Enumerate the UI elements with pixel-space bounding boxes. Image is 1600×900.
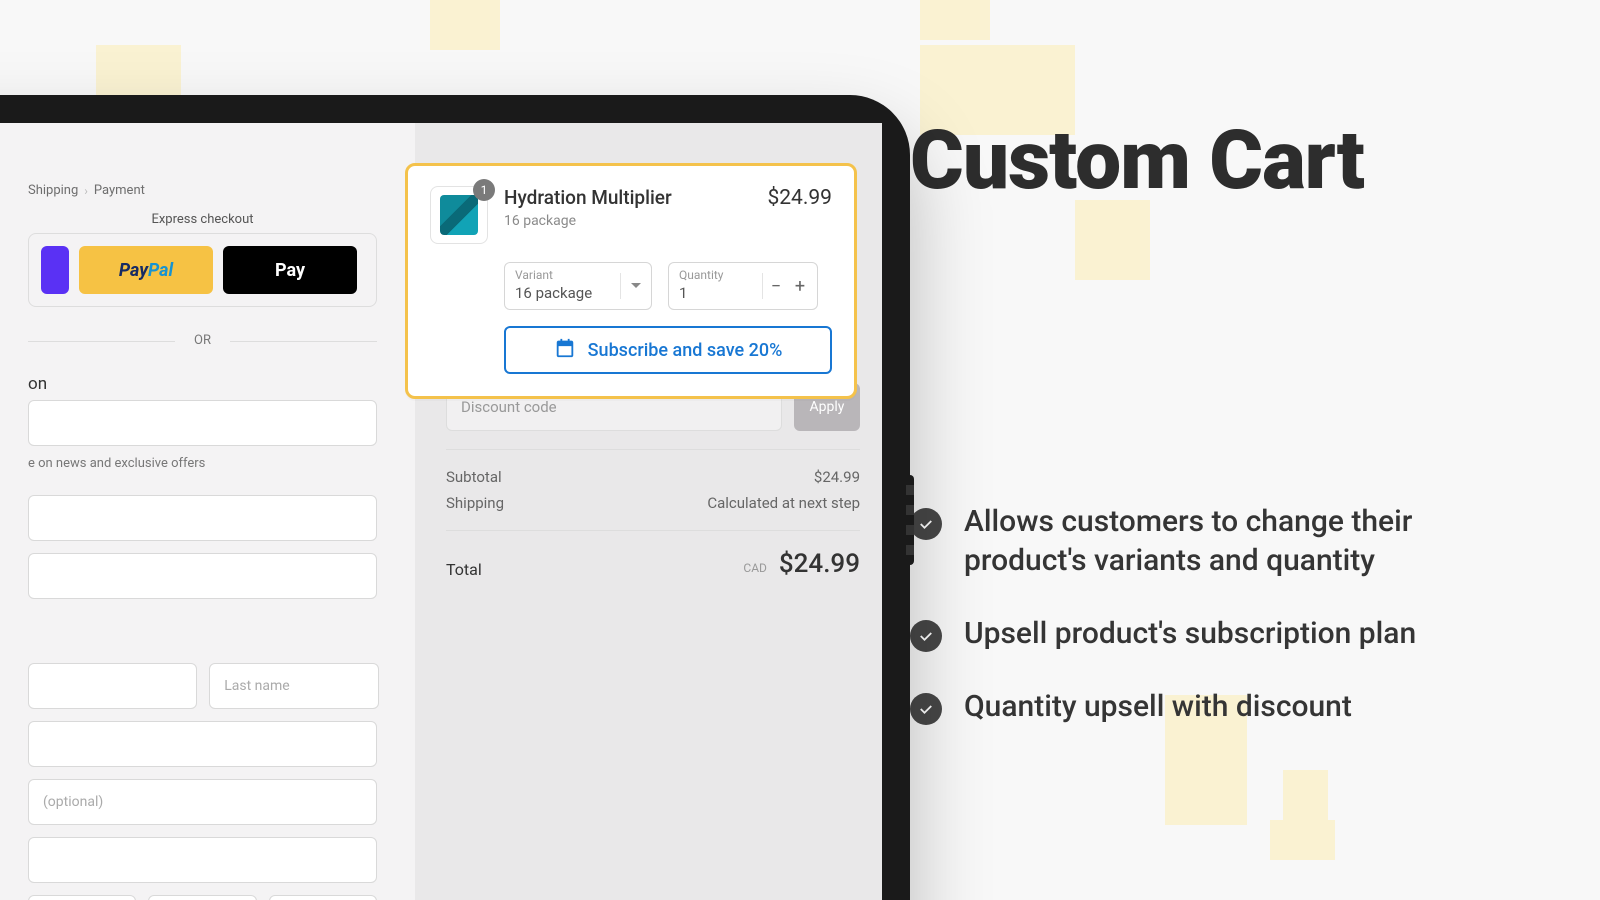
check-icon	[910, 508, 942, 540]
apple-pay-button[interactable]: Pay	[223, 246, 357, 294]
company-field[interactable]	[28, 721, 377, 767]
feature-item: Quantity upsell with discount	[910, 687, 1560, 726]
shipping-value: Calculated at next step	[707, 494, 860, 512]
total-label: Total	[446, 560, 482, 579]
calendar-icon	[554, 337, 576, 364]
apple-pay-label: Pay	[275, 260, 305, 281]
shipping-label: Shipping	[446, 494, 504, 512]
feature-text: Allows customers to change their product…	[964, 502, 1424, 580]
feature-panel: Custom Cart Allows customers to change t…	[910, 0, 1600, 900]
country-select[interactable]	[28, 895, 136, 900]
express-checkout-box: PayPal Pay	[28, 233, 377, 307]
subtotal-value: $24.99	[814, 468, 860, 486]
subtotal-row: Subtotal $24.99	[446, 468, 860, 486]
feature-text: Quantity upsell with discount	[964, 687, 1352, 726]
product-price: $24.99	[767, 186, 832, 210]
subscribe-save-button[interactable]: Subscribe and save 20%	[504, 326, 832, 374]
variant-label: Variant	[515, 268, 553, 282]
breadcrumb-step[interactable]: Payment	[94, 183, 145, 198]
placeholder-text: Last name	[224, 678, 289, 694]
quantity-value: 1	[679, 284, 687, 302]
address-country-field[interactable]	[28, 495, 377, 541]
shop-pay-button[interactable]	[41, 246, 69, 294]
paypal-logo-text: PayPal	[119, 260, 173, 281]
product-name: Hydration Multiplier	[504, 186, 672, 209]
currency-code: CAD	[743, 561, 767, 575]
apple-pay-text: Pay	[275, 260, 305, 281]
feature-title: Custom Cart	[910, 120, 1560, 202]
apartment-field[interactable]: (optional)	[28, 779, 377, 825]
quantity-label: Quantity	[679, 268, 723, 282]
quantity-badge: 1	[473, 179, 495, 201]
paypal-pay: Pay	[119, 260, 148, 281]
address-line-field[interactable]	[28, 553, 377, 599]
feature-item: Upsell product's subscription plan	[910, 614, 1560, 653]
last-name-field[interactable]: Last name	[209, 663, 378, 709]
express-checkout-label: Express checkout	[28, 212, 377, 227]
email-field[interactable]	[28, 400, 377, 446]
decor-square	[430, 0, 500, 50]
cart-line-item: 1 Hydration Multiplier 16 package $24.99…	[405, 163, 857, 399]
province-select[interactable]: Province Alberta	[148, 895, 256, 900]
placeholder-text: Discount code	[461, 398, 557, 416]
city-field[interactable]	[28, 837, 377, 883]
contact-section-suffix: on	[28, 374, 377, 394]
divider	[446, 449, 860, 450]
feature-list: Allows customers to change their product…	[910, 502, 1560, 726]
breadcrumb: Shipping › Payment	[28, 183, 377, 198]
checkout-form: Shipping › Payment Express checkout PayP…	[0, 123, 415, 900]
feature-text: Upsell product's subscription plan	[964, 614, 1416, 653]
total-row: Total CAD $24.99	[446, 549, 860, 579]
paypal-pal: Pal	[148, 260, 173, 281]
product-image	[440, 195, 478, 235]
divider	[446, 530, 860, 531]
total-value: $24.99	[779, 549, 860, 579]
shipping-row: Shipping Calculated at next step	[446, 494, 860, 512]
feature-item: Allows customers to change their product…	[910, 502, 1560, 580]
product-subtitle: 16 package	[504, 213, 672, 229]
subtotal-label: Subtotal	[446, 468, 502, 486]
breadcrumb-step[interactable]: Shipping	[28, 183, 78, 198]
postal-code-field[interactable]: Postal code	[269, 895, 377, 900]
first-name-field[interactable]	[28, 663, 197, 709]
check-icon	[910, 693, 942, 725]
or-divider: OR	[28, 333, 377, 348]
newsletter-opt-in[interactable]: e on news and exclusive offers	[28, 456, 377, 471]
product-thumbnail: 1	[430, 186, 488, 244]
quantity-increment[interactable]: +	[787, 263, 813, 309]
variant-select[interactable]: Variant 16 package	[504, 262, 652, 310]
paypal-button[interactable]: PayPal	[79, 246, 213, 294]
variant-value: 16 package	[515, 284, 592, 302]
quantity-stepper: Quantity 1 − +	[668, 262, 818, 310]
quantity-decrement[interactable]: −	[763, 263, 789, 309]
placeholder-text: (optional)	[43, 794, 103, 810]
subscribe-label: Subscribe and save 20%	[588, 340, 783, 361]
chevron-right-icon: ›	[84, 184, 88, 198]
check-icon	[910, 620, 942, 652]
